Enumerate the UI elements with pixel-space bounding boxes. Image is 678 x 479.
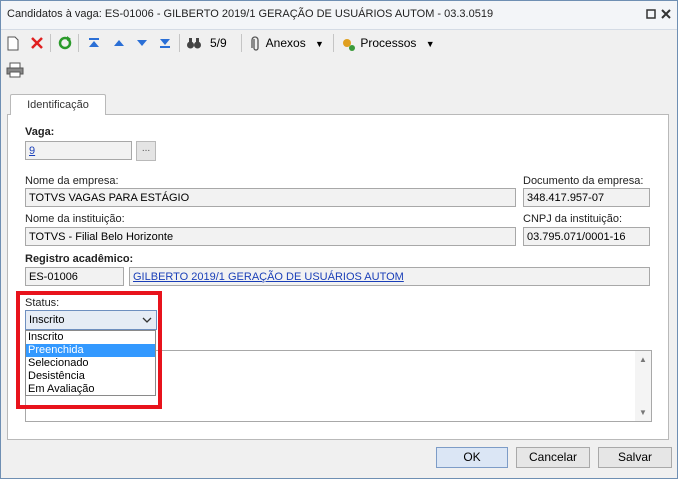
registro-label: Registro acadêmico: <box>25 253 134 265</box>
save-button[interactable]: Salvar <box>598 447 672 468</box>
title-bar: Candidatos à vaga: ES-01006 - GILBERTO 2… <box>1 1 677 30</box>
tab-identificacao[interactable]: Identificação <box>10 94 106 115</box>
attachments-label: Anexos <box>265 36 306 50</box>
dialog-window: Candidatos à vaga: ES-01006 - GILBERTO 2… <box>0 0 678 479</box>
window-title: Candidatos à vaga: ES-01006 - GILBERTO 2… <box>7 8 494 20</box>
toolbar-separator <box>179 34 180 52</box>
registro-name-link[interactable]: GILBERTO 2019/1 GERAÇÃO DE USUÁRIOS AUTO… <box>133 271 404 283</box>
status-option-selecionado[interactable]: Selecionado <box>26 357 155 370</box>
vaga-link[interactable]: 9 <box>29 145 35 157</box>
secondary-toolbar <box>1 57 677 85</box>
status-dropdown-list: Inscrito Preenchida Selecionado Desistên… <box>25 330 156 396</box>
cnpj-instituicao-label: CNPJ da instituição: <box>523 213 623 225</box>
binoculars-icon[interactable] <box>186 34 202 52</box>
cancel-button[interactable]: Cancelar <box>516 447 590 468</box>
registro-name-field[interactable]: GILBERTO 2019/1 GERAÇÃO DE USUÁRIOS AUTO… <box>129 267 650 286</box>
caret-down-icon: ▼ <box>425 39 435 49</box>
first-record-icon[interactable] <box>87 34 101 52</box>
empresa-field: TOTVS VAGAS PARA ESTÁGIO <box>25 188 516 207</box>
registro-code-field: ES-01006 <box>25 267 124 286</box>
status-select[interactable]: Inscrito <box>25 310 157 330</box>
instituicao-field: TOTVS - Filial Belo Horizonte <box>25 227 516 246</box>
delete-icon[interactable] <box>29 34 45 52</box>
scroll-up-icon[interactable]: ▲ <box>639 355 647 364</box>
documento-empresa-field: 348.417.957-07 <box>523 188 650 207</box>
cnpj-instituicao-field: 03.795.071/0001-16 <box>523 227 650 246</box>
refresh-icon[interactable] <box>57 34 73 52</box>
instituicao-label: Nome da instituição: <box>25 213 125 225</box>
empresa-label: Nome da empresa: <box>25 175 119 187</box>
vaga-field[interactable]: 9 <box>25 141 132 160</box>
status-option-desistencia[interactable]: Desistência <box>26 370 155 383</box>
attachments-menu[interactable]: Anexos ▼ <box>249 34 324 52</box>
scroll-down-icon[interactable]: ▼ <box>639 408 647 417</box>
toolbar-separator <box>78 34 79 52</box>
chevron-down-icon <box>142 311 152 329</box>
ok-button[interactable]: OK <box>436 447 508 468</box>
status-label: Status: <box>25 297 60 309</box>
vaga-label: Vaga: <box>25 126 55 138</box>
restore-icon[interactable] <box>645 8 657 20</box>
caret-down-icon: ▼ <box>315 39 324 49</box>
print-icon[interactable] <box>6 62 24 78</box>
vaga-lookup-button[interactable]: ... <box>136 141 156 161</box>
status-option-preenchida[interactable]: Preenchida <box>26 344 155 357</box>
toolbar-separator <box>241 34 242 52</box>
main-toolbar: 5/9 Anexos ▼ Processos ▼ <box>1 30 677 56</box>
status-selected-value: Inscrito <box>29 314 65 326</box>
status-option-inscrito[interactable]: Inscrito <box>26 331 155 344</box>
close-icon[interactable] <box>660 8 672 20</box>
processes-menu[interactable]: Processos ▼ <box>341 34 435 52</box>
documento-empresa-label: Documento da empresa: <box>523 175 644 187</box>
previous-record-icon[interactable] <box>112 34 126 52</box>
record-position: 5/9 <box>210 36 227 50</box>
next-record-icon[interactable] <box>135 34 149 52</box>
new-record-icon[interactable] <box>6 34 20 52</box>
processes-label: Processos <box>360 36 417 50</box>
notes-scrollbar[interactable]: ▲ ▼ <box>635 351 651 421</box>
status-option-em-avaliacao[interactable]: Em Avaliação <box>26 383 155 396</box>
toolbar-separator <box>50 34 51 52</box>
toolbar-separator <box>333 34 334 52</box>
last-record-icon[interactable] <box>158 34 172 52</box>
